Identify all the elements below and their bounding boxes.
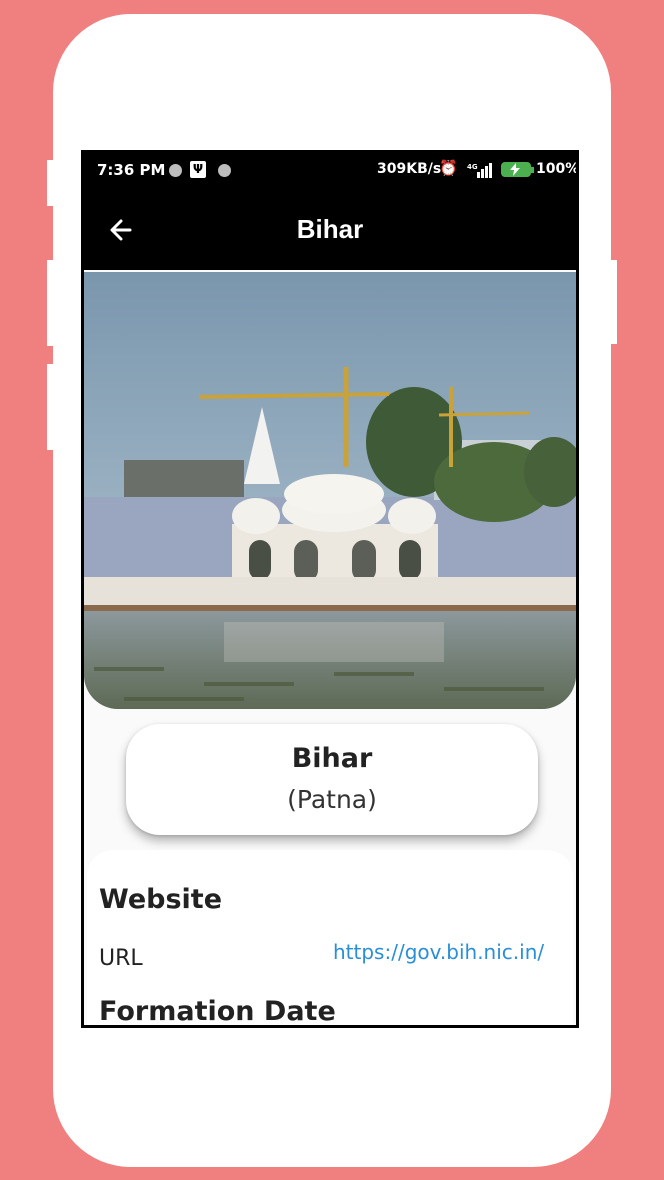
landmark-illustration (84, 272, 576, 709)
app-screen: 7:36 PM Ψ 309KB/s ⏰ 4G 100% Bihar Bihar … (84, 150, 576, 1025)
status-bar: 7:36 PM Ψ 309KB/s ⏰ 4G 100% (84, 150, 576, 190)
alarm-icon: ⏰ (439, 159, 458, 177)
signal-icon: 4G (467, 163, 492, 178)
status-time: 7:36 PM (97, 161, 166, 179)
network-type-label: 4G (467, 163, 478, 171)
usb-icon: Ψ (190, 161, 206, 178)
battery-percent: 100% (536, 161, 576, 177)
battery-tip (531, 167, 534, 173)
url-label: URL (99, 946, 143, 971)
website-link[interactable]: https://gov.bih.nic.in/ (333, 940, 544, 964)
landmark-photo (84, 272, 576, 709)
state-capital: (Patna) (287, 785, 377, 814)
app-bar: Bihar (84, 190, 576, 270)
website-heading: Website (99, 884, 223, 915)
state-name: Bihar (291, 743, 373, 774)
notification-dot-icon (169, 164, 182, 177)
phone-screen: 7:36 PM Ψ 309KB/s ⏰ 4G 100% Bihar Bihar … (81, 150, 579, 1028)
details-card: Website URL https://gov.bih.nic.in/ Form… (87, 850, 573, 1025)
network-speed: 309KB/s (377, 161, 442, 177)
notification-dot-icon (218, 164, 231, 177)
formation-date-heading: Formation Date (99, 996, 336, 1025)
charging-icon (510, 163, 520, 176)
state-name-card: Bihar (Patna) (126, 724, 538, 835)
page-title: Bihar (296, 214, 364, 244)
